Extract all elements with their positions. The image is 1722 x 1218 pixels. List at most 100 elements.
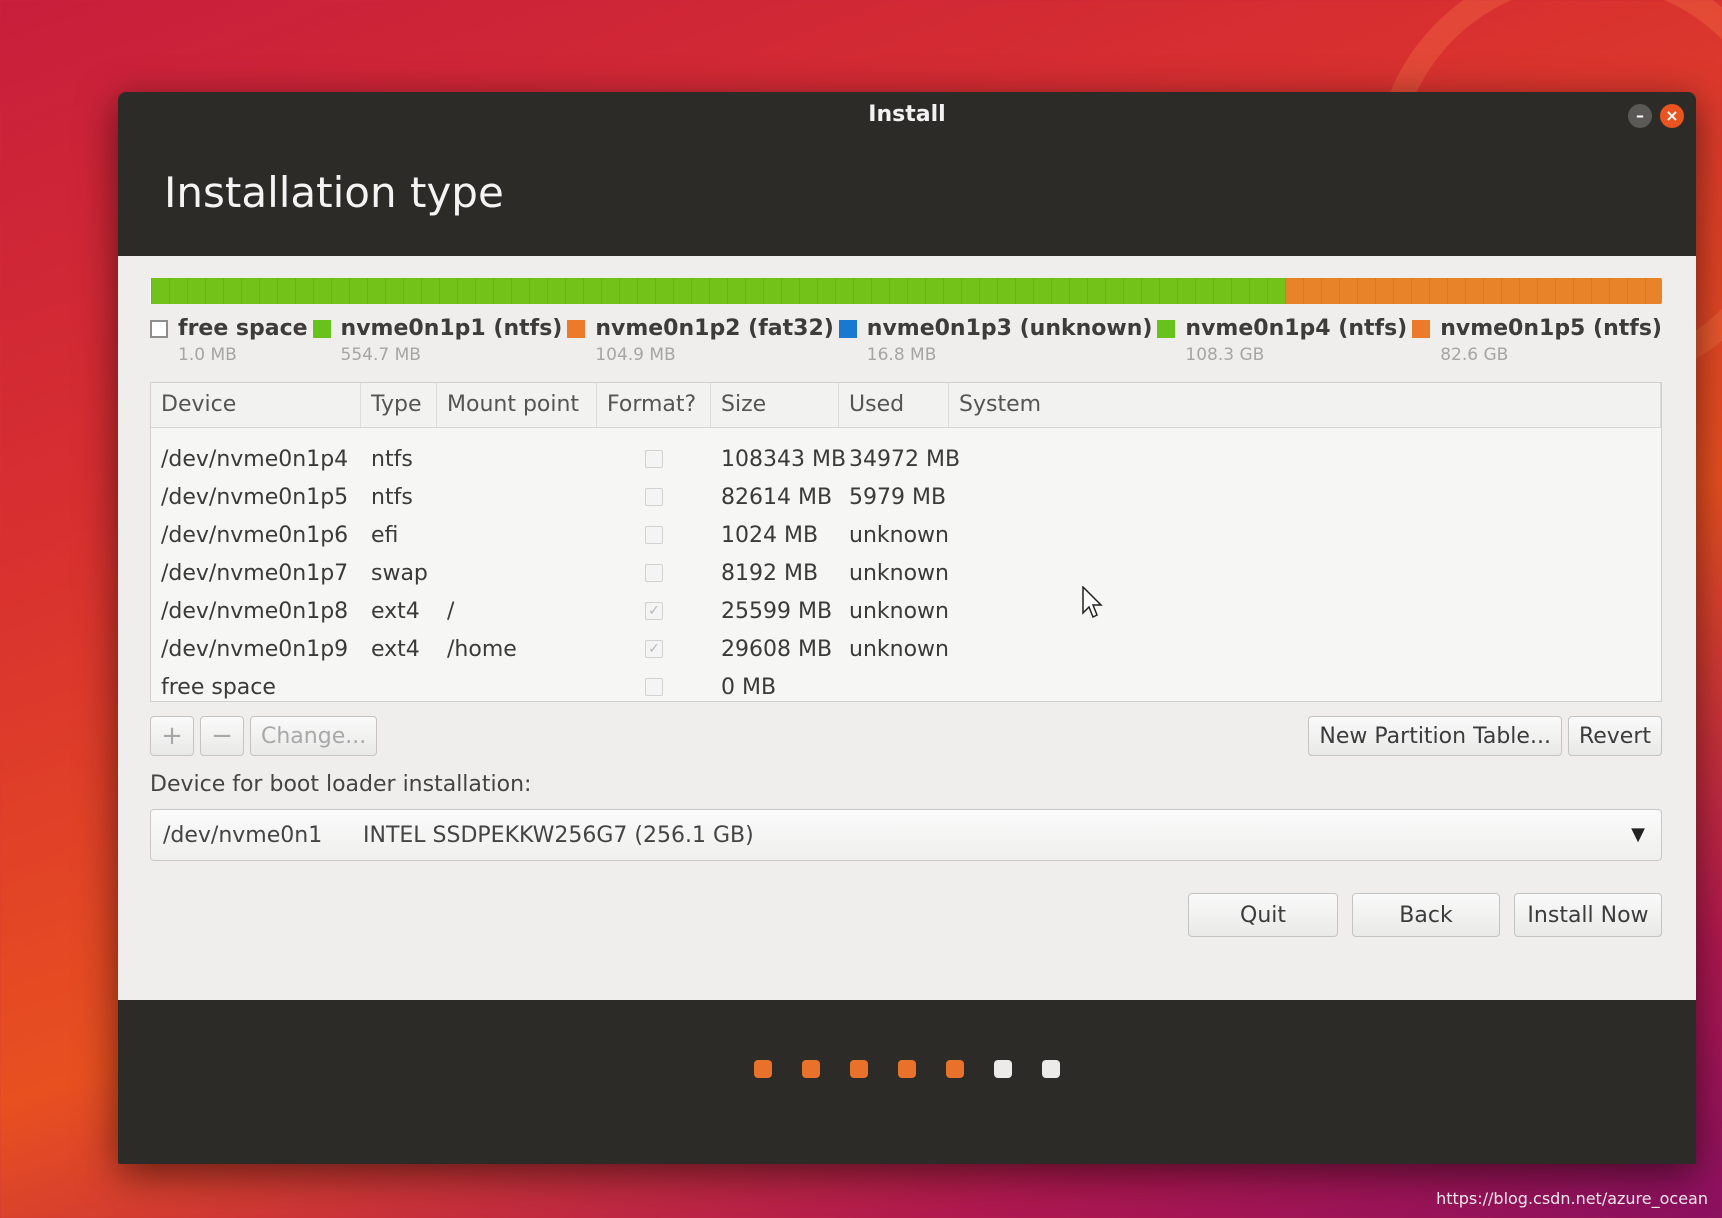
legend-item: nvme0n1p4 (ntfs) 108.3 GB — [1157, 316, 1407, 378]
check-icon: ✓ — [648, 641, 660, 657]
step-dot — [850, 1060, 868, 1078]
legend-name: nvme0n1p2 (fat32) — [595, 316, 834, 341]
new-partition-table-button[interactable]: New Partition Table... — [1308, 716, 1562, 756]
table-row[interactable]: /dev/nvme0n1p8 ext4 / ✓ 25599 MB unknown — [151, 592, 1661, 630]
cell-device: /dev/nvme0n1p9 — [161, 636, 349, 662]
format-checkbox[interactable] — [645, 564, 663, 582]
cell-used: unknown — [849, 522, 949, 548]
col-type[interactable]: Type — [361, 383, 437, 427]
legend-swatch — [567, 320, 586, 338]
table-row[interactable]: /dev/nvme0n1p9 ext4 /home ✓ 29608 MB unk… — [151, 630, 1661, 668]
cell-format — [597, 564, 711, 582]
table-row[interactable]: /dev/nvme0n1p5 ntfs 82614 MB 5979 MB — [151, 478, 1661, 516]
partition-toolbar: + − Change... New Partition Table... Rev… — [150, 716, 1662, 756]
boot-loader-select[interactable]: /dev/nvme0n1 INTEL SSDPEKKW256G7 (256.1 … — [150, 809, 1662, 861]
change-partition-button[interactable]: Change... — [250, 716, 378, 756]
boot-device-path: /dev/nvme0n1 — [163, 822, 323, 848]
legend-size: 16.8 MB — [866, 345, 937, 365]
cell-type: efi — [371, 522, 399, 548]
legend-name: nvme0n1p1 (ntfs) — [340, 316, 563, 341]
col-used[interactable]: Used — [839, 383, 949, 427]
legend-item: free space 1.0 MB — [150, 316, 308, 378]
cell-used: 34972 MB — [849, 446, 961, 472]
col-system[interactable]: System — [949, 383, 1661, 427]
format-checkbox[interactable] — [645, 526, 663, 544]
step-dot — [946, 1060, 964, 1078]
format-checkbox[interactable] — [645, 450, 663, 468]
step-dot — [1042, 1060, 1060, 1078]
cell-mount: /home — [447, 636, 517, 662]
table-row[interactable]: /dev/nvme0n1p4 ntfs 108343 MB 34972 MB — [151, 440, 1661, 478]
cell-used: unknown — [849, 598, 949, 624]
legend-swatch — [1157, 320, 1176, 338]
cell-format: ✓ — [597, 640, 711, 658]
format-checkbox-checked[interactable]: ✓ — [645, 640, 663, 658]
table-header: Device Type Mount point Format? Size Use… — [151, 383, 1661, 428]
partition-table[interactable]: Device Type Mount point Format? Size Use… — [150, 382, 1662, 702]
legend-size: 82.6 GB — [1440, 345, 1509, 365]
cell-device: free space — [161, 674, 276, 700]
cell-used: unknown — [849, 636, 949, 662]
cell-format — [597, 450, 711, 468]
remove-partition-button[interactable]: − — [200, 716, 244, 756]
format-checkbox[interactable] — [645, 488, 663, 506]
partition-bar-ntfs — [151, 278, 1285, 304]
back-button[interactable]: Back — [1352, 893, 1500, 937]
revert-button[interactable]: Revert — [1567, 716, 1662, 756]
legend-size: 554.7 MB — [340, 345, 421, 365]
cell-format: ✓ — [597, 602, 711, 620]
install-now-button[interactable]: Install Now — [1514, 893, 1662, 937]
partition-bar-ntfs2 — [1285, 278, 1662, 304]
legend-size: 104.9 MB — [595, 345, 676, 365]
legend-item: nvme0n1p5 (ntfs) 82.6 GB — [1412, 316, 1662, 378]
cell-type: ntfs — [371, 484, 413, 510]
table-body: /dev/nvme0n1p4 ntfs 108343 MB 34972 MB /… — [151, 428, 1661, 706]
cell-type: swap — [371, 560, 428, 586]
legend-name: nvme0n1p3 (unknown) — [866, 316, 1153, 341]
legend-name: free space — [178, 316, 308, 341]
col-device[interactable]: Device — [151, 383, 361, 427]
legend-swatch — [1412, 320, 1431, 338]
check-icon: ✓ — [648, 603, 660, 619]
watermark: https://blog.csdn.net/azure_ocean — [1436, 1189, 1708, 1208]
cell-device: /dev/nvme0n1p6 — [161, 522, 349, 548]
table-row[interactable]: /dev/nvme0n1p6 efi 1024 MB unknown — [151, 516, 1661, 554]
boot-loader-label: Device for boot loader installation: — [150, 772, 532, 797]
dropdown-arrow-icon: ▼ — [1631, 824, 1645, 845]
format-checkbox-checked[interactable]: ✓ — [645, 602, 663, 620]
partition-legend: free space 1.0 MB nvme0n1p1 (ntfs) 554.7… — [150, 316, 1662, 378]
col-format[interactable]: Format? — [597, 383, 711, 427]
cell-device: /dev/nvme0n1p5 — [161, 484, 349, 510]
step-dot — [898, 1060, 916, 1078]
legend-item: nvme0n1p3 (unknown) 16.8 MB — [838, 316, 1153, 378]
legend-size: 1.0 MB — [178, 345, 237, 365]
add-partition-button[interactable]: + — [150, 716, 194, 756]
close-button[interactable]: × — [1660, 104, 1684, 128]
boot-device-desc: INTEL SSDPEKKW256G7 (256.1 GB) — [363, 822, 754, 848]
cell-size: 25599 MB — [721, 598, 833, 624]
minimize-button[interactable]: – — [1628, 104, 1652, 128]
mouse-pointer-icon — [1082, 586, 1103, 619]
page-title: Installation type — [164, 168, 504, 217]
cell-device: /dev/nvme0n1p8 — [161, 598, 349, 624]
legend-name: nvme0n1p4 (ntfs) — [1185, 316, 1408, 341]
cell-size: 82614 MB — [721, 484, 833, 510]
quit-button[interactable]: Quit — [1188, 893, 1338, 937]
format-checkbox[interactable] — [645, 678, 663, 696]
close-icon: × — [1665, 106, 1679, 125]
cell-type: ntfs — [371, 446, 413, 472]
dialog-actions: Quit Back Install Now — [150, 893, 1662, 937]
legend-size: 108.3 GB — [1185, 345, 1265, 365]
cell-format — [597, 526, 711, 544]
partition-bar — [150, 278, 1662, 304]
cell-type: ext4 — [371, 636, 420, 662]
window-title: Install — [868, 102, 946, 127]
cell-format — [597, 678, 711, 696]
col-size[interactable]: Size — [711, 383, 839, 427]
step-dot — [994, 1060, 1012, 1078]
table-row[interactable]: free space 0 MB — [151, 668, 1661, 706]
col-mount-point[interactable]: Mount point — [437, 383, 597, 427]
table-row[interactable]: /dev/nvme0n1p7 swap 8192 MB unknown — [151, 554, 1661, 592]
minimize-icon: – — [1636, 106, 1644, 125]
cell-mount: / — [447, 598, 455, 624]
